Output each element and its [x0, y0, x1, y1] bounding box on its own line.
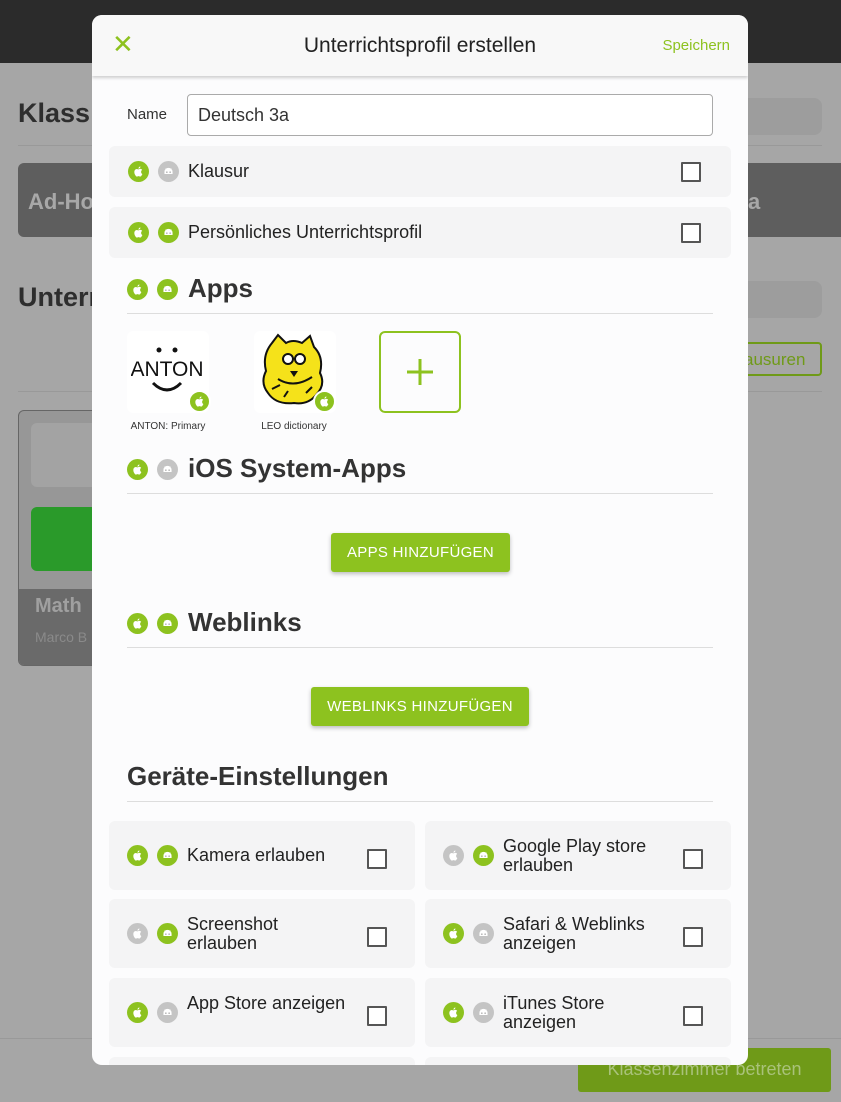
- bg-card-title: Math: [35, 595, 82, 617]
- setting-label: Safari & Weblinks anzeigen: [503, 914, 645, 953]
- divider: [127, 801, 713, 802]
- setting-row[interactable]: Safari & Weblinks anzeigen: [425, 899, 731, 968]
- add-app-button[interactable]: [379, 331, 461, 413]
- modal-title: Unterrichtsprofil erstellen: [303, 34, 537, 57]
- android-icon: [158, 222, 179, 243]
- divider: [127, 493, 713, 494]
- setting-row[interactable]: App Store anzeigen: [109, 978, 415, 1047]
- setting-label: App Store anzeigen: [187, 993, 346, 1013]
- setting-row[interactable]: Google Play store erlauben: [425, 821, 731, 890]
- app-tile-anton[interactable]: ANTON: [127, 331, 211, 413]
- bg-card-subtitle: Marco B: [35, 629, 88, 645]
- android-icon: [157, 1002, 178, 1023]
- numbers-app-icon: [31, 507, 101, 571]
- plus-icon: [407, 359, 433, 385]
- checkbox[interactable]: [367, 927, 387, 947]
- section-heading-system-apps: iOS System-Apps: [188, 453, 407, 483]
- section-heading-device-settings: Geräte-Einstellungen: [127, 761, 389, 791]
- setting-row[interactable]: Screenshot erlauben: [109, 899, 415, 968]
- app-tile-leo[interactable]: [254, 331, 336, 413]
- apple-icon: [128, 161, 149, 182]
- create-profile-modal: ✕ Unterrichtsprofil erstellen Speichern …: [92, 15, 748, 1065]
- bg-heading-classes: Klass: [18, 98, 91, 128]
- option-label: Persönliches Unterrichtsprofil: [188, 222, 423, 242]
- checkbox[interactable]: [367, 1006, 387, 1026]
- name-input[interactable]: [187, 94, 713, 136]
- checkbox[interactable]: [367, 849, 387, 869]
- android-icon: [473, 845, 494, 866]
- section-heading-apps: Apps: [188, 273, 253, 303]
- bg-field: [740, 281, 822, 318]
- divider: [127, 313, 713, 314]
- apple-icon: [127, 1002, 148, 1023]
- android-icon: [157, 279, 178, 300]
- setting-label: Screenshot erlauben: [187, 914, 279, 953]
- anton-logo: ANTON: [131, 347, 203, 392]
- divider: [127, 647, 713, 648]
- apple-icon: [188, 390, 211, 413]
- option-row-personal[interactable]: Persönliches Unterrichtsprofil: [109, 207, 731, 258]
- android-icon: [158, 161, 179, 182]
- apple-icon: [127, 923, 148, 944]
- apple-icon: [443, 845, 464, 866]
- name-label: Name: [127, 106, 168, 123]
- checkbox[interactable]: [681, 162, 701, 182]
- section-heading-weblinks: Weblinks: [188, 607, 302, 637]
- bg-heading-profiles: Unterr: [18, 282, 100, 312]
- setting-label: iTunes Store anzeigen: [503, 993, 605, 1032]
- checkbox[interactable]: [683, 849, 703, 869]
- setting-row[interactable]: Kamera erlauben: [109, 821, 415, 890]
- anton-app-icon: [31, 423, 101, 487]
- android-icon: [157, 845, 178, 866]
- app-name: LEO dictionary: [261, 421, 327, 432]
- apple-icon: [128, 222, 149, 243]
- checkbox[interactable]: [681, 223, 701, 243]
- checkbox[interactable]: [683, 927, 703, 947]
- add-apps-button[interactable]: APPS HINZUFÜGEN: [331, 533, 510, 572]
- setting-label: Google Play store erlauben: [503, 836, 647, 875]
- option-row-klausur[interactable]: Klausur: [109, 146, 731, 197]
- android-icon: [157, 459, 178, 480]
- android-icon: [157, 613, 178, 634]
- apple-icon: [127, 459, 148, 480]
- apple-icon: [127, 279, 148, 300]
- apple-icon: [443, 1002, 464, 1023]
- setting-row[interactable]: [425, 1057, 731, 1065]
- apple-icon: [127, 845, 148, 866]
- android-icon: [157, 923, 178, 944]
- add-weblinks-button[interactable]: WEBLINKS HINZUFÜGEN: [311, 687, 529, 726]
- setting-label: Kamera erlauben: [187, 845, 326, 865]
- bg-field: [740, 98, 822, 135]
- checkbox[interactable]: [683, 1006, 703, 1026]
- setting-row[interactable]: iTunes Store anzeigen: [425, 978, 731, 1047]
- android-icon: [473, 923, 494, 944]
- apple-icon: [127, 613, 148, 634]
- apple-icon: [443, 923, 464, 944]
- option-label: Klausur: [188, 161, 250, 181]
- app-name: ANTON: Primary: [130, 421, 206, 432]
- modal-header: ✕ Unterrichtsprofil erstellen Speichern: [92, 15, 748, 76]
- setting-row[interactable]: [109, 1057, 415, 1065]
- apple-icon: [313, 390, 336, 413]
- bg-tile-right[interactable]: a: [740, 163, 841, 237]
- svg-text:ANTON: ANTON: [131, 358, 203, 381]
- android-icon: [473, 1002, 494, 1023]
- save-button[interactable]: Speichern: [662, 37, 730, 54]
